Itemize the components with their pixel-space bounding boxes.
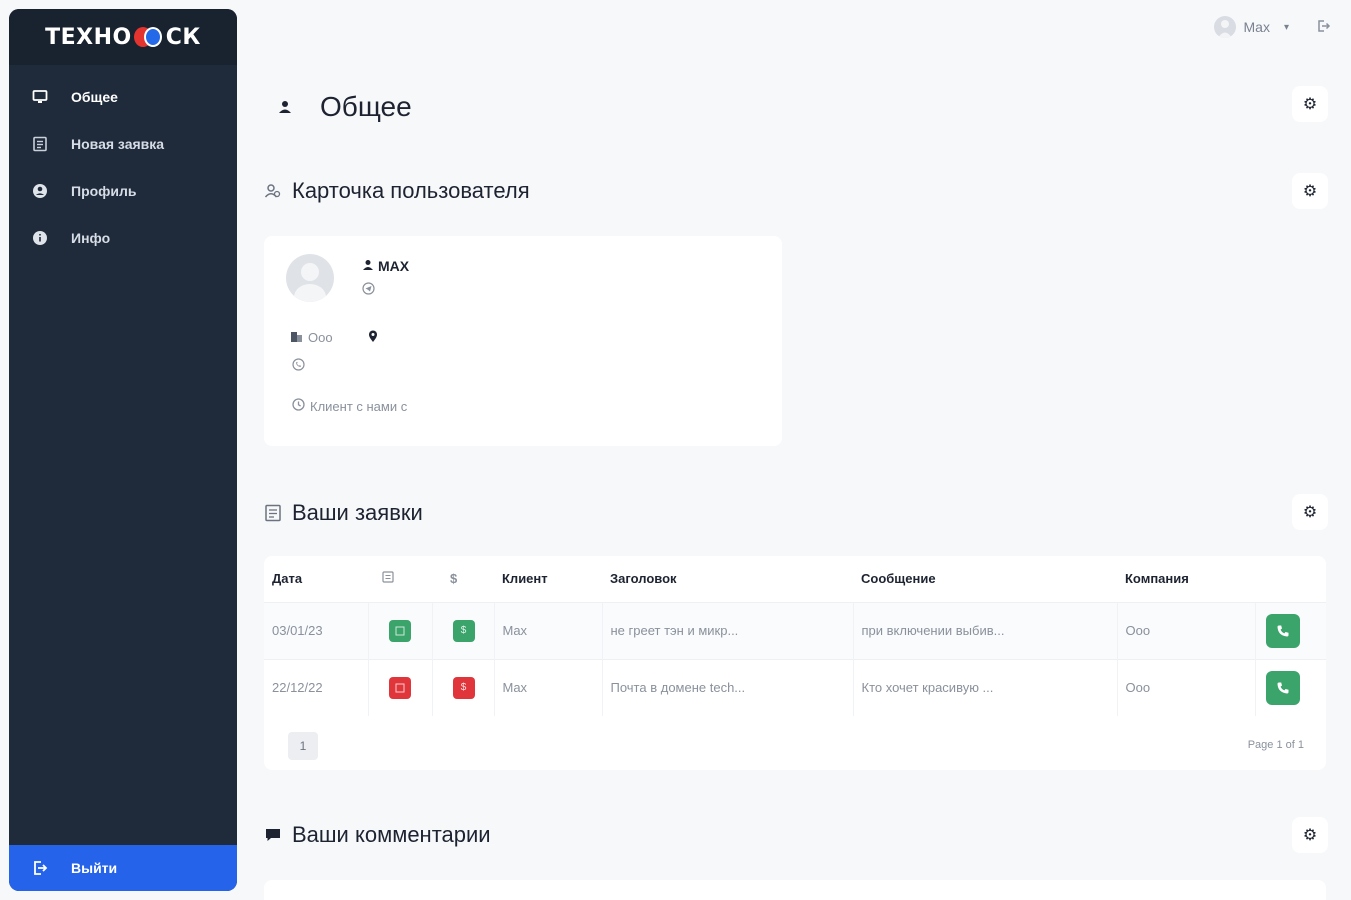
- section-comments-title: Ваши комментарии: [262, 822, 491, 848]
- user-name-row: MAX: [362, 258, 409, 274]
- cell-status: [368, 601, 433, 659]
- column-header-client[interactable]: Клиент: [494, 556, 602, 602]
- phone-icon: [292, 358, 305, 374]
- status-badge: [388, 676, 411, 699]
- cell-actions: [1255, 658, 1326, 716]
- client-since-label: Клиент с нами с: [310, 398, 408, 414]
- cell-status: [368, 658, 433, 716]
- sidebar-item-label: Новая заявка: [71, 135, 165, 152]
- form-icon: [262, 502, 284, 524]
- dollar-icon: $: [450, 571, 458, 587]
- tickets-table-card: Дата $ Клиент Заголовок Сообщение Компан…: [264, 556, 1326, 770]
- brand-text-right: СК: [165, 24, 201, 50]
- cell-message: при включении выбив...: [853, 601, 1118, 659]
- sidebar-item-new-request[interactable]: Новая заявка: [9, 120, 237, 167]
- sidebar-item-profile[interactable]: Профиль: [9, 167, 237, 214]
- cell-actions: [1255, 601, 1326, 659]
- section-title-text: Ваши заявки: [292, 500, 423, 525]
- pagination-info: Page 1 of 1: [1247, 739, 1304, 751]
- cell-date: 22/12/22: [264, 658, 369, 716]
- cell-client: Max: [494, 601, 603, 659]
- user-card-name: MAX: [378, 258, 410, 274]
- column-header-actions: [1255, 556, 1326, 602]
- sidebar-nav: Общее Новая заявка Профиль Инфо: [9, 73, 237, 261]
- company-row: Ооо: [290, 330, 333, 345]
- logout-label: Выйти: [71, 860, 118, 876]
- cell-title: не греет тэн и микр...: [602, 601, 854, 659]
- cell-message: Кто хочет красивую ...: [853, 658, 1118, 716]
- column-header-status[interactable]: [368, 556, 432, 602]
- page-settings-gear-icon[interactable]: ⚙: [1292, 86, 1328, 122]
- user-icon: [262, 84, 308, 130]
- sidebar-item-info[interactable]: Инфо: [9, 214, 237, 261]
- column-header-payment[interactable]: $: [432, 556, 494, 602]
- table-row[interactable]: 22/12/22 $ Max Почта в домене tech... Кт…: [264, 658, 1326, 716]
- section-title-text: Карточка пользователя: [292, 178, 530, 203]
- sidebar-item-general[interactable]: Общее: [9, 73, 237, 120]
- telegram-icon: [362, 282, 375, 298]
- phone-icon: [1277, 682, 1288, 694]
- payment-badge: $: [452, 676, 475, 699]
- location-row: [368, 330, 378, 346]
- avatar: [286, 254, 334, 302]
- logo-mark-icon: [133, 25, 164, 49]
- form-icon: [31, 135, 49, 153]
- payment-badge: $: [452, 619, 475, 642]
- cell-client: Max: [494, 658, 603, 716]
- section-user-card-title: Карточка пользователя: [262, 178, 530, 204]
- logout-button[interactable]: Выйти: [9, 845, 237, 891]
- page-title-text: Общее: [320, 91, 412, 122]
- profile-icon: [31, 182, 49, 200]
- status-badge: [388, 619, 411, 642]
- company-value: Ооо: [308, 330, 333, 345]
- info-icon: [31, 229, 49, 247]
- column-header-date[interactable]: Дата: [264, 556, 368, 602]
- column-header-title[interactable]: Заголовок: [602, 556, 853, 602]
- cell-company: Ооо: [1117, 658, 1256, 716]
- telegram-row: [362, 282, 375, 298]
- section-tickets-title: Ваши заявки: [262, 500, 423, 526]
- page-title: Общее: [262, 84, 412, 130]
- table-header-row: Дата $ Клиент Заголовок Сообщение Компан…: [264, 556, 1326, 602]
- comments-settings-gear-icon[interactable]: ⚙: [1292, 817, 1328, 853]
- sidebar: ТЕХНО СК Общее Новая заявка Профиль Инфо…: [9, 9, 237, 891]
- main-content: Общее ⚙ Карточка пользователя ⚙ MAX Ооо: [262, 0, 1328, 900]
- logout-icon: [31, 859, 49, 877]
- cell-payment: $: [432, 601, 495, 659]
- sidebar-item-label: Общее: [71, 88, 118, 105]
- cell-title: Почта в домене tech...: [602, 658, 854, 716]
- brand-logo[interactable]: ТЕХНО СК: [9, 9, 237, 65]
- clock-icon: [292, 398, 305, 414]
- phone-row: [292, 358, 305, 374]
- building-icon: [290, 330, 303, 345]
- tickets-settings-gear-icon[interactable]: ⚙: [1292, 494, 1328, 530]
- user-card-settings-gear-icon[interactable]: ⚙: [1292, 173, 1328, 209]
- column-header-company[interactable]: Компания: [1117, 556, 1255, 602]
- sidebar-item-label: Инфо: [71, 229, 111, 246]
- comment-icon: [262, 824, 284, 846]
- cell-company: Ооо: [1117, 601, 1256, 659]
- section-title-text: Ваши комментарии: [292, 822, 491, 847]
- phone-icon: [1277, 625, 1288, 636]
- pagination-page-button[interactable]: 1: [288, 732, 318, 760]
- call-button[interactable]: [1265, 613, 1300, 648]
- monitor-icon: [31, 88, 49, 106]
- cell-date: 03/01/23: [264, 601, 369, 659]
- client-since-row: Клиент с нами с: [292, 398, 407, 414]
- brand-text-left: ТЕХНО: [45, 24, 132, 50]
- users-icon: [262, 180, 284, 202]
- call-button[interactable]: [1265, 670, 1300, 705]
- tickets-table: Дата $ Клиент Заголовок Сообщение Компан…: [264, 556, 1326, 716]
- person-icon: [362, 258, 374, 274]
- form-icon: [382, 571, 394, 586]
- column-header-message[interactable]: Сообщение: [853, 556, 1117, 602]
- comments-card: [264, 880, 1326, 900]
- cell-payment: $: [432, 658, 495, 716]
- map-pin-icon: [368, 330, 378, 346]
- sidebar-item-label: Профиль: [71, 182, 137, 199]
- table-row[interactable]: 03/01/23 $ Max не греет тэн и микр... пр…: [264, 601, 1326, 659]
- user-card: MAX Ооо Клиент с нами с: [264, 236, 782, 446]
